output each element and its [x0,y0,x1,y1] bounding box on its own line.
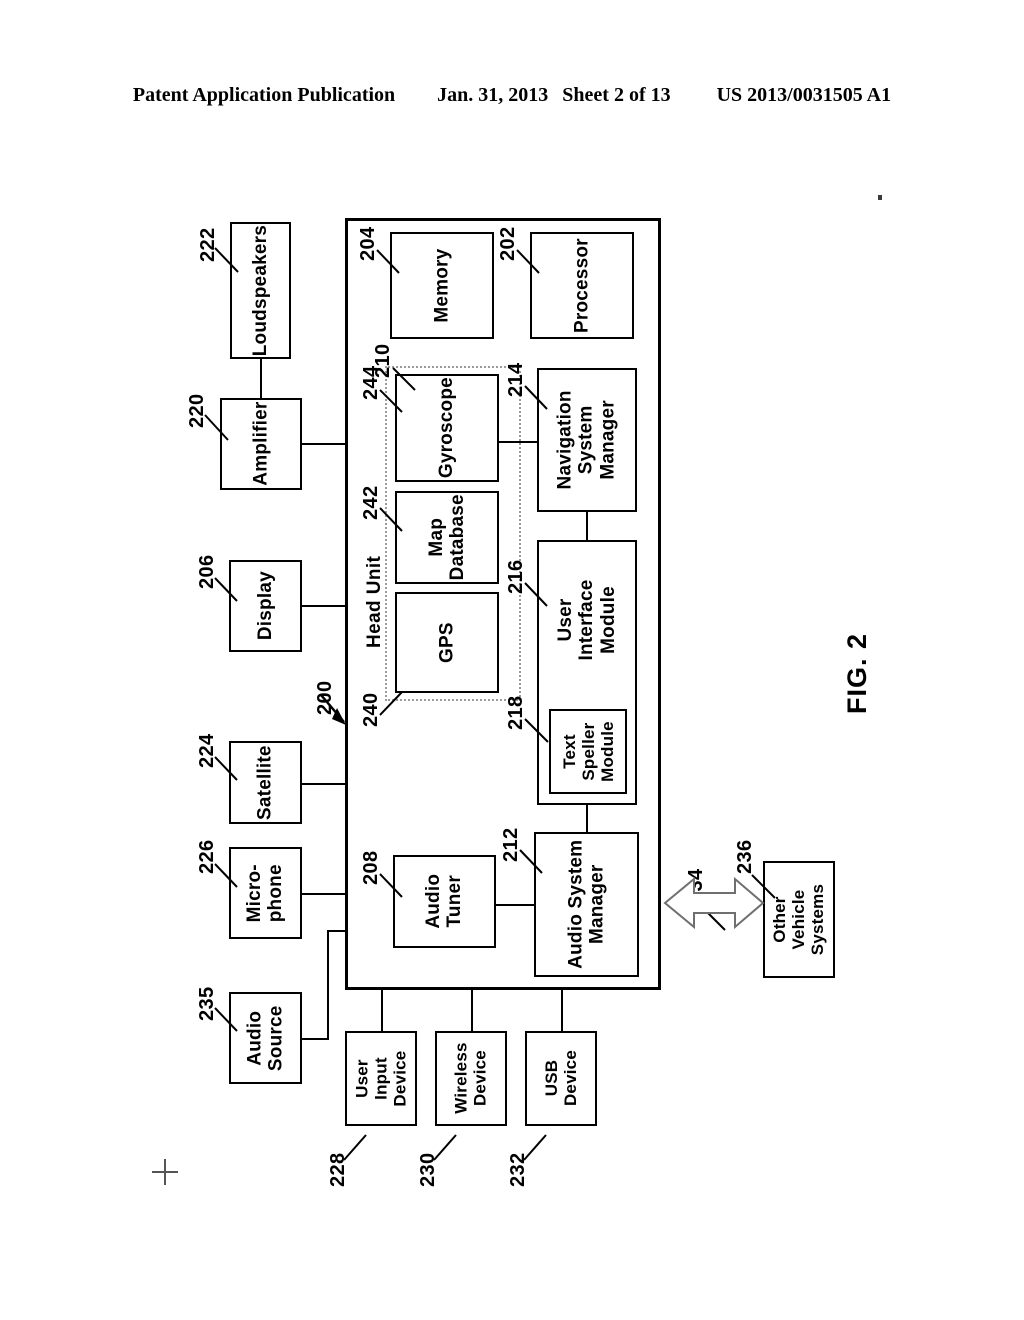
block-user-input-device-label: User Input Device [352,1050,410,1107]
block-navigation-system-manager-label: Navigation System Manager [555,390,619,490]
block-memory-label: Memory [431,248,453,323]
ref-220: 220 [186,393,208,428]
ref-206: 206 [196,554,218,589]
vehicle-bus-arrow [663,876,765,930]
block-usb-device: USB Device [525,1031,597,1126]
block-audio-system-manager-label: Audio System Manager [565,839,608,970]
ref-204: 204 [357,226,379,261]
ref-224: 224 [196,733,218,768]
ref-234: 234 [685,868,707,903]
ref-222: 222 [197,227,219,262]
block-loudspeakers-label: Loudspeakers [249,224,271,357]
ref-214: 214 [505,362,527,397]
ref-218: 218 [505,695,527,730]
block-text-speller-module: Text Speller Module [549,709,627,794]
patent-figure-2: Head Unit 200 Memory 204 Processor 202 2… [0,0,1024,1320]
block-satellite-label: Satellite [254,745,276,820]
line-audiotuner-audiomanager [496,904,534,906]
line-uimodule-audiomanager [586,805,588,832]
block-other-vehicle-systems: Other Vehicle Systems [763,861,835,978]
block-gps-label: GPS [436,622,458,663]
figure-caption: FIG. 2 [842,632,872,714]
ref-242: 242 [360,485,382,520]
block-memory: Memory [390,232,494,339]
line-satellite-headunit [301,783,346,785]
block-usb-device-label: USB Device [541,1050,580,1107]
block-satellite: Satellite [229,741,302,824]
block-audio-source: Audio Source [229,992,302,1084]
line-sensors-navmanager [499,441,537,443]
block-processor: Processor [530,232,634,339]
leader-234 [702,907,726,931]
block-map-database-label: Map Database [425,494,468,581]
ref-200: 200 [314,680,336,715]
block-microphone: Micro-phoneMicro-phone [229,847,302,939]
block-microphone-label: Micro-phoneMicro-phone [244,863,287,923]
block-audio-system-manager: Audio System Manager [534,832,639,977]
ref-202: 202 [497,226,519,261]
block-text-speller-module-label: Text Speller Module [559,721,617,782]
block-user-interface-module-label: User Interface Module [555,579,619,661]
block-audio-source-label: Audio Source [244,1005,287,1071]
block-processor-label: Processor [571,238,593,333]
ref-240: 240 [360,692,382,727]
ref-232: 232 [507,1152,529,1187]
printer-dot-mark [878,195,882,200]
block-user-input-device: User Input Device [345,1031,417,1126]
line-loudspeakers-amplifier [260,358,262,399]
line-display-headunit [301,605,346,607]
block-audio-tuner: Audio Tuner [393,855,496,948]
block-loudspeakers: Loudspeakers [230,222,291,359]
block-gps: GPS [395,592,499,693]
line-headunit-wireless [471,989,473,1032]
ref-216: 216 [505,559,527,594]
line-headunit-usb [561,989,563,1032]
block-display-label: Display [254,571,276,641]
block-amplifier: Amplifier [220,398,302,490]
ref-208: 208 [360,850,382,885]
registration-crosshair [152,1159,178,1185]
line-amplifier-headunit [301,443,346,445]
ref-244: 244 [360,365,382,400]
block-wireless-device-label: Wireless Device [451,1042,491,1115]
line-headunit-userinput [381,989,383,1032]
block-other-vehicle-systems-label: Other Vehicle Systems [770,883,828,956]
ref-235: 235 [196,986,218,1021]
line-audiosource-segment-h1 [301,1038,329,1040]
block-gyroscope: Gyroscope [395,374,499,482]
line-audiosource-segment-h2 [327,930,346,932]
line-microphone-headunit [301,893,346,895]
block-navigation-system-manager: Navigation System Manager [537,368,637,512]
ref-228: 228 [327,1152,349,1187]
ref-236: 236 [734,839,756,874]
block-display: Display [229,560,302,652]
ref-212: 212 [500,827,522,862]
line-audiosource-segment-v [327,930,329,1040]
block-amplifier-label: Amplifier [250,401,272,487]
block-gyroscope-label: Gyroscope [436,377,458,479]
line-navmanager-uimodule [586,512,588,540]
block-audio-tuner-label: Audio Tuner [423,874,466,929]
head-unit-label: Head Unit [364,555,385,648]
ref-230: 230 [417,1152,439,1187]
ref-226: 226 [196,839,218,874]
block-wireless-device: Wireless Device [435,1031,507,1126]
block-map-database: Map Database [395,491,499,584]
